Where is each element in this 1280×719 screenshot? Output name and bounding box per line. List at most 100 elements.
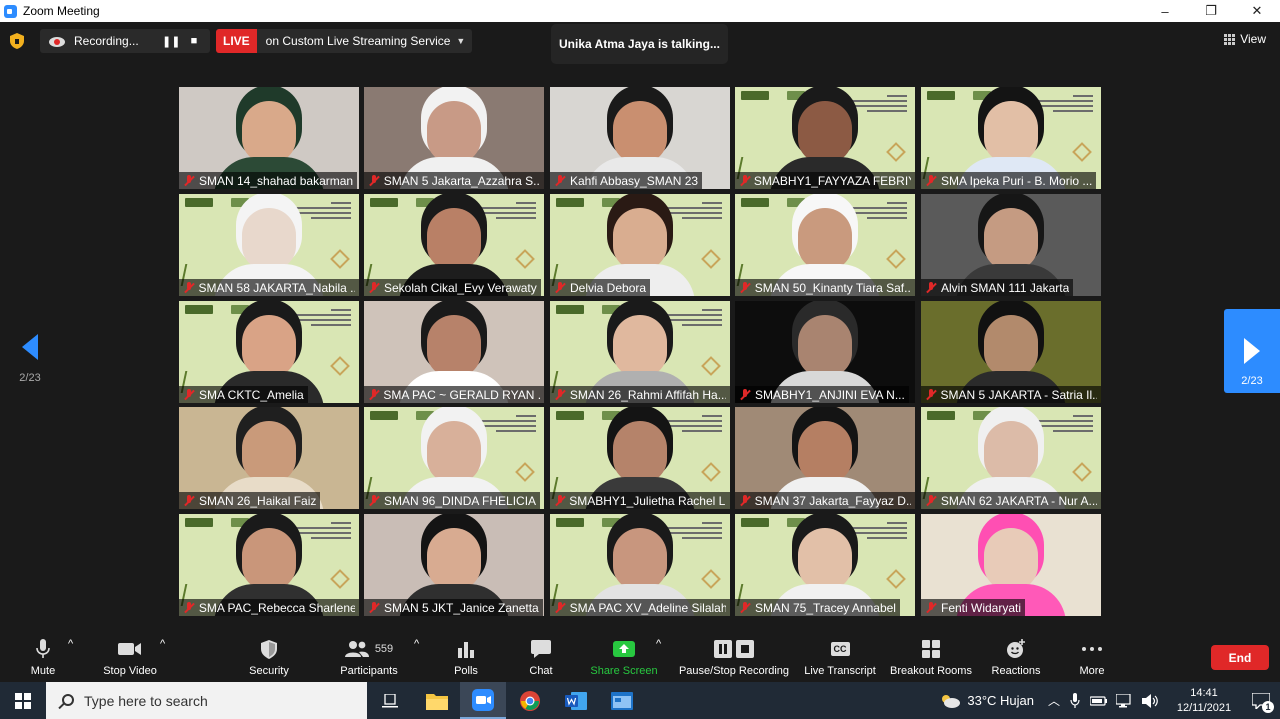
participant-tile[interactable]: SMAN 75_Tracey Annabel [735,514,915,616]
participant-tile[interactable]: Kahfi Abbasy_SMAN 23 [550,87,730,189]
cloud-recording-icon [49,37,65,47]
participant-nameplate: Delvia Debora [550,279,651,296]
arrow-left-icon [22,334,38,360]
taskbar-search[interactable]: Type here to search [46,682,367,719]
participant-nameplate: SMAN 50_Kinanty Tiara Saf... [735,279,915,296]
participant-name: Alvin SMAN 111 Jakarta [941,280,1070,295]
mic-muted-icon [924,281,938,295]
participant-tile[interactable]: SMA PAC XV_Adeline Silalahi [550,514,730,616]
mic-muted-icon [182,494,196,508]
app-button[interactable] [599,682,645,719]
participant-tile[interactable]: SMA PAC ~ GERALD RYAN ... [364,301,544,403]
security-button[interactable]: Security [246,638,292,677]
recording-label: Recording... [74,34,139,48]
participant-nameplate: SMAN 14_shahad bakarman [179,172,358,189]
zoom-taskbar-button[interactable] [460,682,506,719]
participant-name: SMA Ipeka Puri - B. Morio ... [941,173,1093,188]
clock-time: 14:41 [1190,686,1218,699]
file-explorer-button[interactable] [414,682,460,719]
pause-recording-button[interactable]: ❚❚ [162,35,180,48]
weather-text[interactable]: 33°C Hujan [967,693,1034,708]
end-meeting-button[interactable]: End [1211,645,1269,670]
participant-tile[interactable]: SMA Ipeka Puri - B. Morio ... [921,87,1101,189]
more-button[interactable]: More [1077,638,1107,677]
polls-button[interactable]: Polls [452,638,480,677]
next-page-button[interactable]: 2/23 [1224,309,1280,393]
participant-name: SMA PAC ~ GERALD RYAN ... [383,387,540,402]
participant-tile[interactable]: SMAN 37 Jakarta_Fayyaz D... [735,407,915,509]
share-screen-button[interactable]: Share Screen [590,638,658,677]
breakout-rooms-button[interactable]: Breakout Rooms [890,638,972,677]
chrome-button[interactable] [507,682,553,719]
participant-name: SMAN 5 JKT_Janice Zanetta [384,600,539,615]
participant-tile[interactable]: SMABHY1_Julietha Rachel L... [550,407,730,509]
chat-button[interactable]: Chat [528,638,554,677]
participant-nameplate: SMA CKTC_Amelia [179,386,308,403]
encryption-shield-icon[interactable] [6,30,28,52]
video-options-caret[interactable]: ^ [160,638,165,650]
participant-name: SMAN 75_Tracey Annabel [755,600,896,615]
mic-muted-icon [924,601,938,615]
network-icon[interactable] [1116,693,1134,708]
participant-nameplate: SMA PAC XV_Adeline Silalahi [550,599,730,616]
stop-video-button[interactable]: Stop Video [100,638,160,677]
participant-tile[interactable]: SMAN 50_Kinanty Tiara Saf... [735,194,915,296]
chevron-down-icon[interactable]: ▼ [456,36,472,46]
participant-tile[interactable]: SMAN 62 JAKARTA - Nur A... [921,407,1101,509]
participant-tile[interactable]: SMAN 26_Rahmi Affifah Ha... [550,301,730,403]
pause-stop-recording-button[interactable]: Pause/Stop Recording [678,638,790,677]
participant-tile[interactable]: SMABHY1_ANJINI EVA N... [735,301,915,403]
participant-tile[interactable]: SMAN 5 JAKARTA - Satria Il... [921,301,1101,403]
participant-nameplate: Fenti Widaryati [921,599,1026,616]
mic-muted-icon [367,281,381,295]
live-transcript-button[interactable]: CC Live Transcript [804,638,876,677]
participant-tile[interactable]: SMA PAC_Rebecca Sharlene [179,514,359,616]
live-stream-status[interactable]: LIVE on Custom Live Streaming Service ▼ [216,29,473,53]
stop-recording-button[interactable]: ■ [186,35,202,47]
mic-muted-icon [924,494,938,508]
participants-options-caret[interactable]: ^ [414,638,419,650]
maximize-button[interactable]: ❐ [1188,0,1234,22]
participant-tile[interactable]: Sekolah Cikal_Evy Verawaty [364,194,544,296]
view-button[interactable]: View [1224,32,1266,46]
word-icon [565,691,587,710]
participant-tile[interactable]: SMAN 96_DINDA FHELICIA [364,407,544,509]
participant-tile[interactable]: SMA CKTC_Amelia [179,301,359,403]
participant-tile[interactable]: SMAN 14_shahad bakarman [179,87,359,189]
clock-date: 12/11/2021 [1176,701,1232,714]
participant-tile[interactable]: Delvia Debora [550,194,730,296]
chevron-up-icon[interactable]: ︿ [1048,692,1060,709]
previous-page-button[interactable]: 2/23 [10,334,50,384]
task-view-button[interactable] [367,682,413,719]
participant-tile[interactable]: SMABHY1_FAYYAZA FEBRIY... [735,87,915,189]
recording-controls-icon [714,638,754,660]
microphone-tray-icon[interactable] [1070,692,1080,709]
participants-button[interactable]: 559 Participants [338,638,400,677]
participant-name: SMABHY1_Julietha Rachel L... [569,493,726,508]
participant-tile[interactable]: Fenti Widaryati [921,514,1101,616]
close-window-button[interactable]: ✕ [1234,0,1280,22]
mute-button[interactable]: Mute [28,638,58,677]
notifications-button[interactable]: 1 [1242,682,1280,719]
start-button[interactable] [0,682,46,719]
share-options-caret[interactable]: ^ [656,638,661,650]
participant-tile[interactable]: SMAN 26_Haikal Faiz [179,407,359,509]
battery-icon[interactable] [1090,695,1108,707]
participant-tile[interactable]: SMAN 5 Jakarta_Azzahra S... [364,87,544,189]
participant-tile[interactable]: SMAN 58 JAKARTA_Nabila ... [179,194,359,296]
participant-nameplate: SMABHY1_FAYYAZA FEBRIY... [735,172,915,189]
reactions-button[interactable]: Reactions [992,638,1040,677]
participant-tile[interactable]: Alvin SMAN 111 Jakarta [921,194,1101,296]
participant-tile[interactable]: SMAN 5 JKT_Janice Zanetta [364,514,544,616]
mute-options-caret[interactable]: ^ [68,638,73,650]
volume-icon[interactable] [1142,693,1160,708]
mic-muted-icon [553,281,567,295]
minimize-button[interactable]: – [1142,0,1188,22]
chat-bubble-icon [531,638,551,660]
taskbar-clock[interactable]: 14:41 12/11/2021 [1166,686,1242,716]
mic-muted-icon [553,174,567,188]
mic-muted-icon [924,388,938,402]
polls-chart-icon [457,638,475,660]
mic-muted-icon [182,601,196,615]
word-button[interactable] [553,682,599,719]
